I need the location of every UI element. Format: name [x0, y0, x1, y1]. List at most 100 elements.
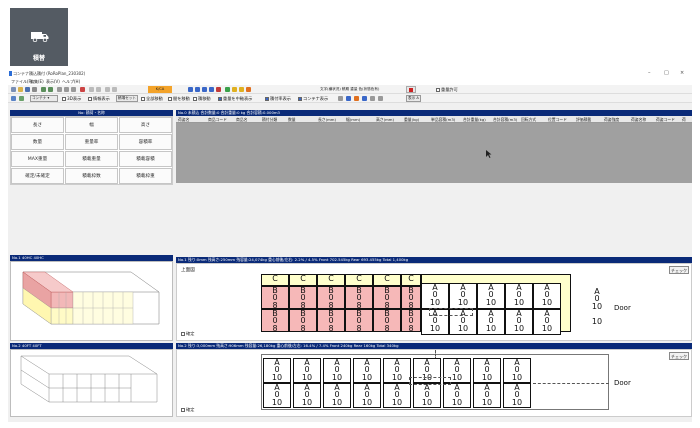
flip-icon[interactable] — [195, 87, 200, 92]
cargo-a-3[interactable]: A 0 10 — [477, 283, 505, 309]
view-icon[interactable] — [105, 87, 110, 92]
volume-rate-button[interactable]: 容積率 — [119, 134, 172, 150]
col-packing[interactable]: 荷姿名 — [178, 116, 189, 123]
cargo-b-7[interactable]: B08 — [261, 309, 289, 333]
cargo-a-1[interactable]: A 0 10 — [421, 283, 449, 309]
max-weight-button[interactable]: MAX重量 — [11, 151, 64, 167]
list-icon[interactable] — [338, 96, 343, 101]
new-icon[interactable] — [11, 87, 16, 92]
cargo-b-1[interactable]: B08 — [261, 286, 289, 310]
columns-icon[interactable] — [378, 96, 383, 101]
filter2-icon[interactable] — [346, 96, 351, 101]
cargo2-a-4[interactable]: A 0 10 — [353, 358, 381, 383]
col-total-volume[interactable]: 合計容積(m3) — [493, 116, 517, 123]
cargo2-a-16[interactable]: A 0 10 — [443, 383, 471, 408]
col-extra[interactable]: 荷 — [682, 116, 686, 123]
align-icon[interactable] — [202, 87, 207, 92]
refresh-icon[interactable] — [225, 87, 230, 92]
redo-icon[interactable] — [48, 87, 53, 92]
load-weight-button[interactable]: 積載重量 — [65, 151, 118, 167]
settings-icon[interactable] — [11, 96, 16, 101]
cargo2-a-8[interactable]: A 0 10 — [473, 358, 501, 383]
cargo-a-8[interactable]: A 0 10 — [477, 309, 505, 335]
move-checkbox[interactable]: 積移動 — [193, 96, 211, 102]
length-button[interactable]: 長さ — [11, 117, 64, 133]
col-height[interactable]: 高さ(mm) — [376, 116, 394, 123]
confirm-checkbox-1[interactable]: 確定 — [181, 331, 194, 337]
col-unit-volume[interactable]: 単品容積(m3) — [431, 116, 455, 123]
maximize-button[interactable]: □ — [664, 70, 669, 76]
cargo2-a-14[interactable]: A 0 10 — [383, 383, 411, 408]
copy-icon[interactable] — [64, 87, 69, 92]
minimize-button[interactable]: – — [648, 70, 651, 76]
container1-3d-view[interactable] — [10, 261, 173, 341]
print-icon[interactable] — [32, 87, 37, 92]
undo-icon[interactable] — [41, 87, 46, 92]
color-button[interactable] — [406, 86, 416, 93]
confirmed-button[interactable]: 確定/未確定 — [11, 168, 64, 184]
info-checkbox[interactable]: 情報表示 — [88, 96, 110, 102]
cargo2-a-11[interactable]: A 0 10 — [293, 383, 321, 408]
cargo-b-8[interactable]: B08 — [289, 309, 317, 333]
chart-icon[interactable] — [232, 87, 237, 92]
move-between-checkbox[interactable]: 間を移動 — [168, 96, 190, 102]
filter-icon[interactable] — [19, 96, 24, 101]
app-tile[interactable]: 積替 — [10, 8, 68, 66]
check-button-2[interactable]: チェック — [669, 352, 689, 360]
rotate-icon[interactable] — [188, 87, 193, 92]
report-icon[interactable] — [239, 87, 244, 92]
height-button[interactable]: 高さ — [119, 117, 172, 133]
col-length[interactable]: 長さ(mm) — [318, 116, 336, 123]
cargo-b-2[interactable]: B08 — [289, 286, 317, 310]
col-rated-load[interactable]: 評価積載 — [576, 116, 591, 123]
bold-icon[interactable] — [362, 96, 367, 101]
col-packing-strength[interactable]: 荷姿強度 — [604, 116, 619, 123]
cargo-a-4[interactable]: A 0 10 — [505, 283, 533, 309]
cargo-table[interactable]: 荷姿名 商品コード 商品名 積付分類 数量 長さ(mm) 幅(mm) 高さ(mm… — [176, 116, 692, 183]
cargo2-a-13[interactable]: A 0 10 — [353, 383, 381, 408]
check-button-1[interactable]: チェック — [669, 266, 689, 274]
cargo-c-1[interactable]: C — [261, 274, 289, 286]
quantity-button[interactable]: 数量 — [11, 134, 64, 150]
col-packing-name[interactable]: 荷姿名称 — [631, 116, 646, 123]
cargo-b-9[interactable]: B08 — [317, 309, 345, 333]
grid-icon[interactable] — [89, 87, 94, 92]
display-a-button[interactable]: 表示 A — [406, 95, 421, 102]
move-all-checkbox[interactable]: 全部移動 — [141, 96, 163, 102]
cargo-b-3[interactable]: B08 — [317, 286, 345, 310]
col-position-code[interactable]: 位置コード — [548, 116, 567, 123]
pack-icon[interactable] — [209, 87, 214, 92]
col-packing-code[interactable]: 荷姿コード — [656, 116, 675, 123]
cargo2-a-1[interactable]: A 0 10 — [263, 358, 291, 383]
orange-button[interactable]: K/CA — [148, 86, 172, 93]
cut-icon[interactable] — [57, 87, 62, 92]
cargo2-a-17[interactable]: A 0 10 — [473, 383, 501, 408]
cargo-a-edge[interactable]: A 0 10 10 — [587, 287, 607, 332]
type-dropdown[interactable]: コンテナ ▾ — [30, 95, 58, 102]
slot-weight-button[interactable]: 積載枠重 — [119, 168, 172, 184]
cargo-c-6[interactable]: C — [401, 274, 421, 286]
export-icon[interactable] — [246, 87, 251, 92]
table-icon[interactable] — [370, 96, 375, 101]
load-volume-button[interactable]: 積載容積 — [119, 151, 172, 167]
cargo-b-11[interactable]: B08 — [373, 309, 401, 333]
paste-icon[interactable] — [71, 87, 76, 92]
cargo2-a-9[interactable]: A 0 10 — [503, 358, 531, 383]
delete-icon[interactable] — [80, 87, 85, 92]
manual-set-button[interactable]: 積場セット — [116, 95, 138, 102]
cargo2-a-15[interactable]: A 0 10 — [413, 383, 441, 408]
cargo-c-3[interactable]: C — [317, 274, 345, 286]
confirm-checkbox-2[interactable]: 確定 — [181, 407, 194, 413]
col-weight[interactable]: 重量(kg) — [404, 116, 419, 123]
cargo-c-4[interactable]: C — [345, 274, 373, 286]
cargo-b-6[interactable]: B08 — [401, 286, 421, 310]
cargo2-a-3[interactable]: A 0 10 — [323, 358, 351, 383]
cargo-a-10[interactable]: A 0 10 — [533, 309, 561, 335]
cargo2-a-12[interactable]: A 0 10 — [323, 383, 351, 408]
cargo-c-5[interactable]: C — [373, 274, 401, 286]
weight-permit-checkbox[interactable]: 重量許可 — [436, 87, 458, 93]
cargo-b-5[interactable]: B08 — [373, 286, 401, 310]
3d-checkbox[interactable]: 3D表示 — [62, 96, 81, 102]
cargo-a-2[interactable]: A 0 10 — [449, 283, 477, 309]
col-category[interactable]: 積付分類 — [262, 116, 277, 123]
